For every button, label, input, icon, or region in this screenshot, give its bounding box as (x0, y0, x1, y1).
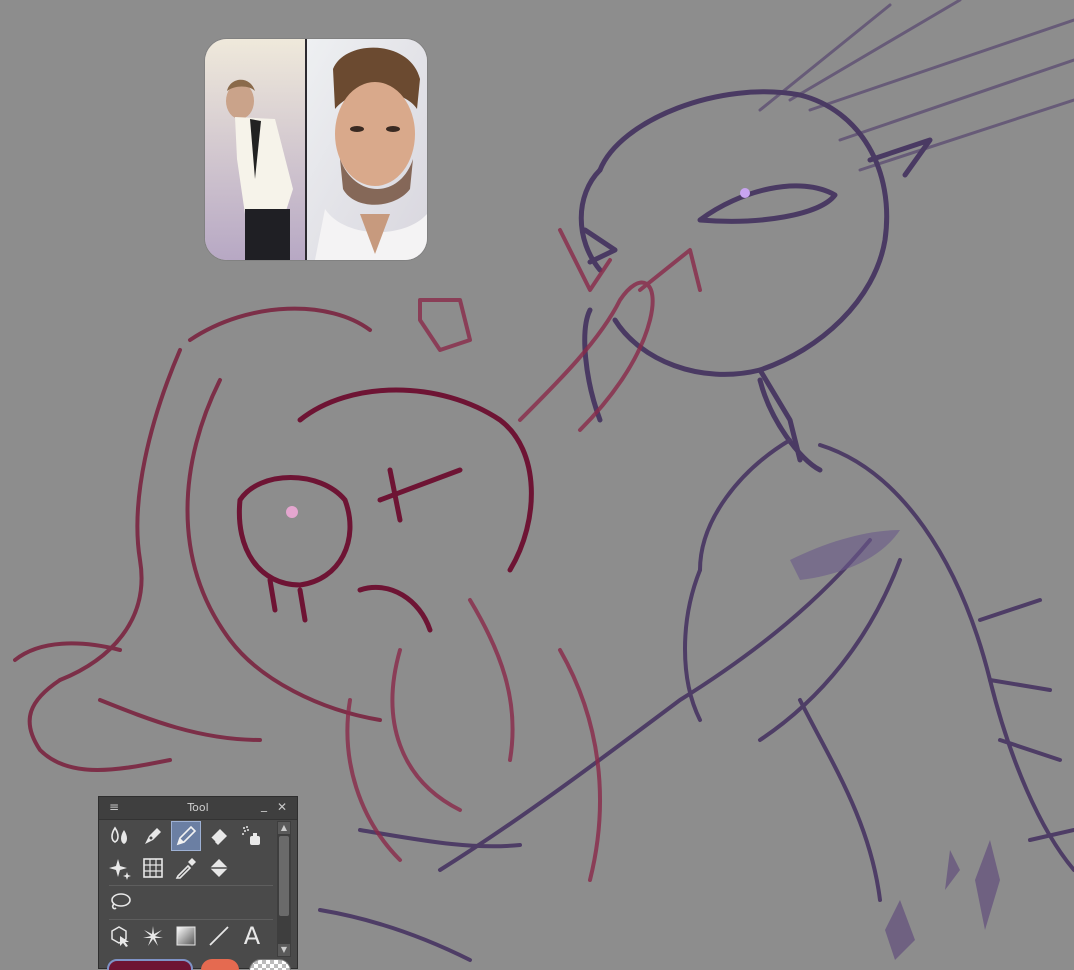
reference-photo (205, 39, 427, 260)
tool-palette-scrollbar[interactable]: ▲ ▼ (277, 821, 291, 957)
minimize-icon[interactable]: _ (257, 798, 271, 812)
pen-tool-icon[interactable] (138, 821, 168, 851)
gradient-tool-icon[interactable] (171, 921, 201, 951)
pencil-tool-icon[interactable] (171, 821, 201, 851)
text-tool-icon[interactable]: A (237, 921, 267, 951)
reference-photo-image (205, 39, 427, 260)
tool-list: A (105, 821, 277, 966)
scroll-down-icon[interactable]: ▼ (278, 944, 290, 956)
airbrush-tool-icon[interactable] (237, 821, 267, 851)
scroll-thumb[interactable] (279, 836, 289, 916)
fill-bucket-tool-icon[interactable] (204, 853, 234, 883)
operation-tool-icon[interactable] (105, 921, 135, 951)
eyedropper-tool-icon[interactable] (171, 853, 201, 883)
tool-palette-titlebar[interactable]: ≡ Tool _ ✕ (99, 797, 297, 820)
tool-palette: ≡ Tool _ ✕ A ▲ ▼ (98, 796, 298, 970)
transparent-color-swatch[interactable] (249, 959, 291, 970)
auto-select-tool-icon[interactable] (138, 921, 168, 951)
eraser-tool-icon[interactable] (204, 821, 234, 851)
close-icon[interactable]: ✕ (275, 800, 289, 814)
main-color-swatch[interactable] (107, 959, 193, 970)
sparkle-decoration-tool-icon[interactable] (105, 853, 135, 883)
line-tool-icon[interactable] (204, 921, 234, 951)
color-indicator (105, 957, 295, 970)
scroll-up-icon[interactable]: ▲ (278, 822, 290, 834)
frame-border-tool-icon[interactable] (138, 853, 168, 883)
blend-tool-icon[interactable] (105, 821, 135, 851)
lasso-tool-icon[interactable] (105, 887, 135, 917)
sub-color-swatch[interactable] (201, 959, 239, 970)
